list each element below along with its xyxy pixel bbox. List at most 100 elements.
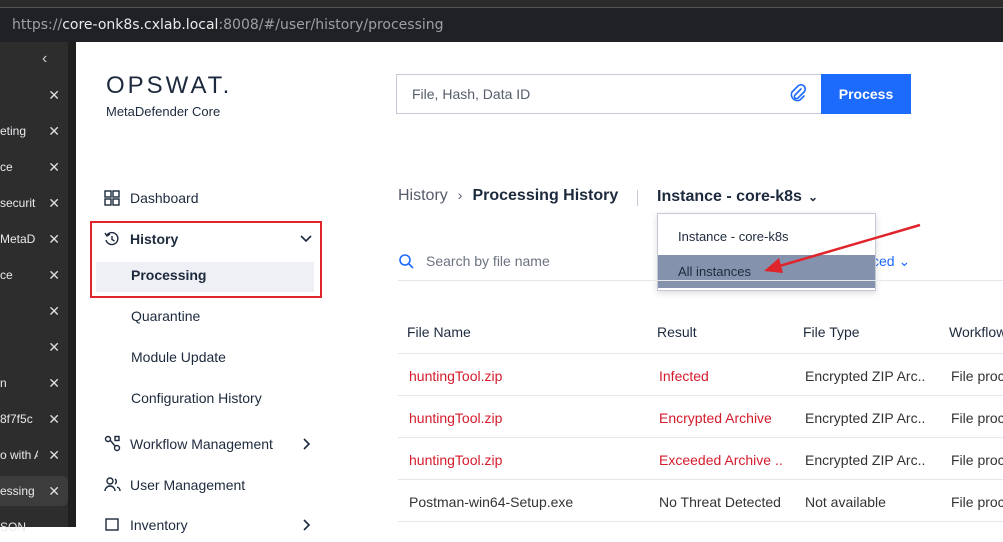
close-icon[interactable]: ✕: [48, 152, 60, 182]
browser-tab[interactable]: n ✕: [0, 368, 68, 398]
nav-inventory[interactable]: Inventory: [104, 508, 311, 542]
inventory-icon: [105, 518, 119, 531]
cell-result: No Threat Detected: [659, 494, 781, 510]
search-icon: [399, 254, 414, 269]
table-row[interactable]: huntingTool.zip Exceeded Archive ... Enc…: [398, 437, 1003, 479]
users-icon: [104, 477, 121, 492]
workflow-icon: [104, 435, 121, 452]
close-icon[interactable]: ✕: [48, 260, 60, 290]
brand-name: OPSWAT.: [106, 72, 233, 99]
url-host: core-onk8s.cxlab.local: [62, 17, 219, 33]
close-icon[interactable]: ✕: [48, 440, 60, 470]
nav-user-management[interactable]: User Management: [104, 468, 308, 502]
product-name: MetaDefender Core: [106, 104, 221, 119]
cell-file-type: Encrypted ZIP Arc...: [805, 410, 925, 426]
history-icon: [104, 231, 119, 246]
close-icon[interactable]: ✕: [48, 368, 60, 398]
close-icon[interactable]: ✕: [48, 404, 60, 434]
browser-tab[interactable]: ✕: [0, 332, 68, 362]
browser-tab[interactable]: SON: [0, 512, 68, 542]
page-title: Processing History: [472, 187, 619, 204]
browser-vertical-tabs: ‹ ✕ eting ✕ ce ✕ securit ✕ MetaD ✕ ce ✕ ✕ ✕ n…: [0, 42, 76, 534]
nav-history[interactable]: History: [104, 222, 312, 256]
chevron-right-icon: ›: [457, 187, 463, 203]
nav-history-label: History: [130, 231, 179, 247]
cell-result: Exceeded Archive ...: [659, 452, 783, 468]
instance-select[interactable]: Instance - core-k8s ⌄: [657, 188, 818, 206]
browser-tab[interactable]: MetaD ✕: [0, 224, 68, 254]
nav-module-update[interactable]: Module Update: [131, 349, 226, 365]
nav-configuration-history[interactable]: Configuration History: [131, 390, 262, 406]
table-row[interactable]: huntingTool.zip Infected Encrypted ZIP A…: [398, 353, 1003, 395]
table-row[interactable]: Postman-win64-Setup.exe No Threat Detect…: [398, 479, 1003, 521]
browser-tab[interactable]: eting ✕: [0, 116, 68, 146]
nav-dashboard[interactable]: Dashboard: [104, 181, 304, 215]
breadcrumb-parent[interactable]: History: [398, 187, 448, 204]
nav-inventory-label: Inventory: [130, 517, 188, 533]
cell-workflow: File proc: [951, 410, 1003, 426]
cell-file-type: Not available: [805, 494, 886, 510]
url-path: :8008/#/user/history/processing: [218, 17, 444, 33]
browser-tab[interactable]: 8f7f5c ✕: [0, 404, 68, 434]
breadcrumb: History › Processing History: [398, 187, 618, 205]
advanced-filter-toggle[interactable]: ced ⌄: [872, 253, 910, 270]
file-name-search-placeholder: Search by file name: [426, 253, 550, 269]
app-window: OPSWAT. MetaDefender Core File, Hash, Da…: [76, 42, 1003, 533]
close-icon[interactable]: ✕: [48, 80, 60, 110]
browser-tab[interactable]: ce ✕: [0, 152, 68, 182]
col-file-name[interactable]: File Name: [407, 324, 471, 340]
browser-tab[interactable]: ✕: [0, 80, 68, 110]
nav-quarantine[interactable]: Quarantine: [131, 308, 200, 324]
process-button[interactable]: Process: [821, 74, 911, 114]
nav-dashboard-label: Dashboard: [130, 190, 199, 206]
close-icon[interactable]: ✕: [48, 188, 60, 218]
nav-workflow-label: Workflow Management: [130, 436, 273, 452]
table-row[interactable]: huntingTool.zip Encrypted Archive Encryp…: [398, 395, 1003, 437]
nav-user-management-label: User Management: [130, 477, 246, 493]
collapse-tabs-icon[interactable]: ‹: [42, 50, 47, 68]
table-row: [398, 521, 1003, 527]
dashboard-icon: [104, 190, 120, 206]
close-icon[interactable]: ✕: [48, 296, 60, 326]
chevron-down-icon: [300, 235, 312, 243]
browser-tab[interactable]: o with A ✕: [0, 440, 68, 470]
divider: [637, 190, 638, 206]
cell-file-type: Encrypted ZIP Arc...: [805, 368, 925, 384]
address-bar[interactable]: https://core-onk8s.cxlab.local:8008/#/us…: [0, 8, 1003, 42]
tabs-scrollbar[interactable]: [68, 42, 76, 527]
cell-file-type: Encrypted ZIP Arc...: [805, 452, 925, 468]
col-file-type[interactable]: File Type: [803, 324, 860, 340]
cell-result: Infected: [659, 368, 709, 384]
close-icon[interactable]: ✕: [48, 476, 60, 506]
search-placeholder: File, Hash, Data ID: [412, 86, 531, 102]
instance-option-all[interactable]: All instances: [658, 255, 875, 288]
cell-file-name[interactable]: huntingTool.zip: [409, 410, 502, 426]
nav-workflow-management[interactable]: Workflow Management: [104, 427, 311, 461]
browser-tab[interactable]: securit ✕: [0, 188, 68, 218]
paperclip-icon[interactable]: [789, 84, 807, 104]
chevron-right-icon: [303, 519, 311, 531]
chevron-down-icon: ⌄: [807, 190, 819, 204]
cell-result: Encrypted Archive: [659, 410, 772, 426]
nav-processing[interactable]: Processing: [131, 267, 206, 283]
chevron-right-icon: [303, 438, 311, 450]
col-result[interactable]: Result: [657, 324, 697, 340]
cell-file-name[interactable]: huntingTool.zip: [409, 452, 502, 468]
cell-workflow: File proc: [951, 452, 1003, 468]
close-icon[interactable]: ✕: [48, 116, 60, 146]
divider: [398, 280, 1003, 281]
browser-tab[interactable]: ce ✕: [0, 260, 68, 290]
chevron-down-icon: ⌄: [898, 253, 911, 269]
col-workflow[interactable]: Workflow: [949, 324, 1003, 340]
instance-option[interactable]: Instance - core-k8s: [658, 220, 875, 253]
close-icon[interactable]: ✕: [48, 332, 60, 362]
browser-tab[interactable]: ✕: [0, 296, 68, 326]
search-input[interactable]: File, Hash, Data ID: [396, 74, 822, 114]
instance-selected-value: Instance - core-k8s: [657, 188, 802, 205]
cell-file-name[interactable]: huntingTool.zip: [409, 368, 502, 384]
cell-file-name[interactable]: Postman-win64-Setup.exe: [409, 494, 573, 510]
url-prefix: https://: [12, 17, 63, 33]
logo: OPSWAT. MetaDefender Core: [106, 72, 232, 119]
browser-tab-active[interactable]: essing ✕: [0, 476, 68, 506]
close-icon[interactable]: ✕: [48, 224, 60, 254]
